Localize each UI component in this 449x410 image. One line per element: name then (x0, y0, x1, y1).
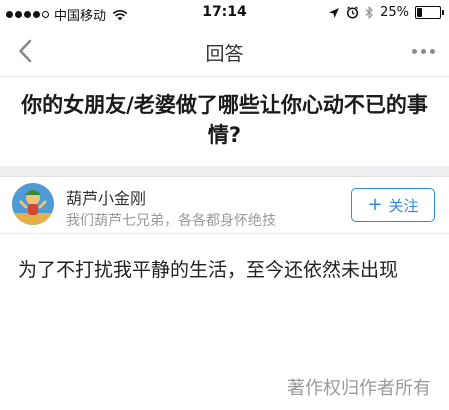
location-arrow-icon (329, 7, 340, 18)
battery-percent: 25% (380, 5, 409, 20)
more-options-button[interactable] (409, 38, 437, 64)
alarm-clock-icon (347, 6, 359, 19)
bluetooth-icon (365, 6, 374, 19)
battery-cap (442, 10, 444, 15)
avatar[interactable] (12, 183, 54, 225)
navigation-bar: 回答 (0, 26, 449, 77)
plus-icon: + (367, 194, 383, 215)
more-horizontal-icon (420, 48, 426, 54)
follow-label: 关注 (388, 196, 419, 215)
cartoon-avatar-icon (12, 183, 54, 225)
question-title[interactable]: 你的女朋友/老婆做了哪些让你心动不已的事情? (14, 90, 435, 150)
author-row: 葫芦小金刚 我们葫芦七兄弟，各各都身怀绝技 + 关注 (0, 177, 449, 234)
follow-button[interactable]: + 关注 (351, 188, 435, 222)
author-name[interactable]: 葫芦小金刚 (66, 185, 146, 209)
answer-body: 为了不打扰我平静的生活，至今还依然未出现 (18, 259, 399, 281)
copyright-notice: 著作权归作者所有 (287, 378, 431, 399)
status-bar: 中国移动 17:14 25% (0, 0, 449, 26)
page-title: 回答 (205, 43, 244, 65)
section-divider (0, 166, 449, 177)
more-horizontal-icon (411, 48, 417, 54)
battery-icon (415, 6, 444, 19)
answer-screen: 中国移动 17:14 25% 回答 你的女朋友/老婆做了哪些让你心动不已的事情?… (0, 0, 449, 410)
status-right: 25% (328, 5, 444, 20)
battery-level (417, 8, 422, 17)
author-bio: 我们葫芦七兄弟，各各都身怀绝技 (66, 213, 276, 229)
more-horizontal-icon (429, 48, 435, 54)
